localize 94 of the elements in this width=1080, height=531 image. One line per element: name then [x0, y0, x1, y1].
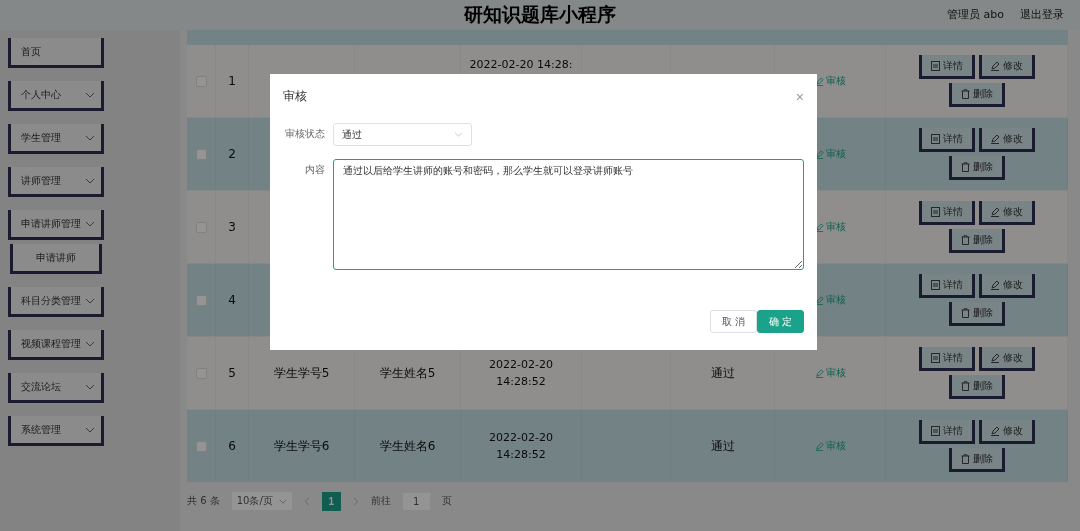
delete-button[interactable]: 删除 [948, 156, 1005, 180]
delete-button[interactable]: 删除 [948, 448, 1005, 472]
pen-icon [990, 425, 1000, 436]
sidebar-subitem[interactable]: 申请讲师 [10, 244, 102, 274]
detail-button[interactable]: 详情 [918, 55, 975, 79]
delete-button[interactable]: 删除 [948, 229, 1005, 253]
table-cell: 5 [228, 366, 236, 380]
sidebar-item[interactable]: 交流论坛 [8, 373, 104, 403]
dialog-title: 审核 [283, 88, 307, 105]
table-cell: 学生学号5 [273, 364, 330, 382]
trash-icon [960, 88, 970, 99]
edit-button[interactable]: 修改 [978, 347, 1035, 371]
cancel-button[interactable]: 取 消 [710, 310, 757, 333]
next-page-icon[interactable] [352, 496, 359, 506]
delete-button[interactable]: 删除 [948, 302, 1005, 326]
table-cell: 3 [228, 220, 236, 234]
trash-icon [960, 453, 970, 464]
table-cell: 6 [228, 439, 236, 453]
review-link[interactable]: 审核 [814, 74, 846, 88]
close-button[interactable]: × [795, 89, 804, 104]
trash-icon [960, 234, 970, 245]
edit-button[interactable]: 修改 [978, 128, 1035, 152]
table-cell: 学生姓名5 [379, 364, 436, 382]
table-cell: 2 [228, 147, 236, 161]
page-suffix: 页 [441, 494, 452, 508]
sidebar-item[interactable]: 学生管理 [8, 124, 104, 154]
pen-icon [814, 149, 824, 159]
row-checkbox[interactable] [195, 148, 207, 160]
table-cell: 通过 [710, 437, 735, 455]
form-label: 审核状态 [284, 127, 325, 141]
page-input[interactable]: 1 [402, 492, 430, 510]
pen-icon [814, 368, 824, 378]
document-icon [930, 60, 940, 71]
chevron-icon [454, 132, 463, 137]
total-count: 共 6 条 [187, 494, 220, 508]
edit-button[interactable]: 修改 [978, 55, 1035, 79]
pen-icon [990, 133, 1000, 144]
trash-icon [960, 161, 970, 172]
sidebar-item[interactable]: 个人中心 [8, 81, 104, 111]
table-cell: 学生学号6 [273, 437, 330, 455]
confirm-button[interactable]: 确 定 [757, 310, 804, 333]
edit-button[interactable]: 修改 [978, 274, 1035, 298]
previous-page-icon[interactable] [303, 496, 310, 506]
document-icon [930, 425, 940, 436]
pen-icon [990, 60, 1000, 71]
pen-icon [990, 206, 1000, 217]
sidebar-item[interactable]: 系统管理 [8, 416, 104, 446]
pen-icon [814, 295, 824, 305]
user-name: 管理员 abo [947, 7, 1004, 22]
document-icon [930, 279, 940, 290]
detail-button[interactable]: 详情 [918, 201, 975, 225]
chevron-icon [278, 498, 287, 504]
table-cell: 4 [228, 293, 236, 307]
page-button[interactable]: 1 [321, 491, 341, 511]
table-cell: 1 [228, 74, 236, 88]
document-icon [930, 206, 940, 217]
document-icon [930, 133, 940, 144]
table-cell: 通过 [710, 364, 735, 382]
review-link[interactable]: 审核 [814, 220, 846, 234]
sidebar-item[interactable]: 科目分类管理 [8, 287, 104, 317]
sidebar-item[interactable]: 讲师管理 [8, 167, 104, 197]
table-cell-text: 2022-02-20 14:28: [468, 57, 574, 73]
sidebar-item[interactable]: 视频课程管理 [8, 330, 104, 360]
table-cell-text: 2022-02-20 14:28:52 [488, 430, 554, 463]
row-checkbox[interactable] [195, 440, 207, 452]
edit-button[interactable]: 修改 [978, 201, 1035, 225]
delete-button[interactable]: 删除 [948, 83, 1005, 107]
pen-icon [814, 441, 824, 451]
pen-icon [990, 352, 1000, 363]
form-label: 内容 [304, 163, 325, 177]
app-title: 研知识题库小程序 [464, 2, 616, 27]
review-link[interactable]: 审核 [814, 366, 846, 380]
goto-label: 前往 [370, 494, 391, 508]
sidebar-item[interactable]: 首页 [8, 38, 104, 68]
trash-icon [960, 307, 970, 318]
status-select[interactable]: 通过 [333, 123, 472, 146]
document-icon [930, 352, 940, 363]
sidebar-item[interactable]: 申请讲师管理 [8, 210, 104, 240]
detail-button[interactable]: 详情 [918, 274, 975, 298]
edit-button[interactable]: 修改 [978, 420, 1035, 444]
detail-button[interactable]: 详情 [918, 128, 975, 152]
table-cell-text: 2022-02-20 14:28:52 [488, 357, 554, 390]
trash-icon [960, 380, 970, 391]
row-checkbox[interactable] [195, 294, 207, 306]
delete-button[interactable]: 删除 [948, 375, 1005, 399]
pen-icon [814, 222, 824, 232]
page-size-select[interactable]: 10条/页 [231, 492, 292, 510]
detail-button[interactable]: 详情 [918, 347, 975, 371]
pen-icon [814, 76, 824, 86]
logout-link[interactable]: 退出登录 [1020, 7, 1064, 22]
pen-icon [990, 279, 1000, 290]
content-field[interactable]: 通过以后给学生讲师的账号和密码，那么学生就可以登录讲师账号 [333, 159, 804, 270]
detail-button[interactable]: 详情 [918, 420, 975, 444]
table-cell: 学生姓名6 [379, 437, 436, 455]
